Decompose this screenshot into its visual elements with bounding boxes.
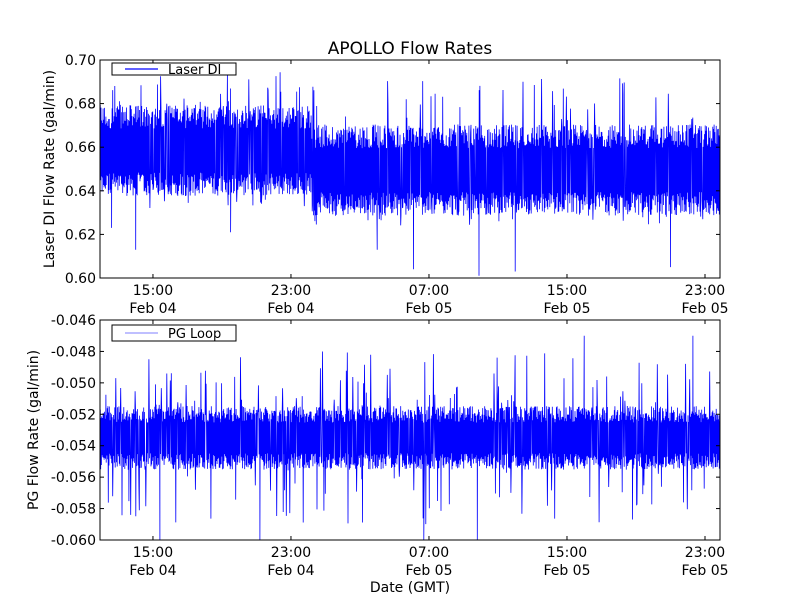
y-tick-label: 0.66 (65, 140, 96, 156)
x-tick-label-time: 23:00 (271, 545, 311, 561)
legend-label: PG Loop (168, 327, 221, 342)
y-tick-label: 0.64 (65, 184, 96, 200)
x-tick-label-time: 15:00 (133, 545, 173, 561)
x-tick-label-date: Feb 05 (405, 563, 452, 579)
x-tick-label-date: Feb 05 (681, 563, 728, 579)
y-axis-label: PG Flow Rate (gal/min) (26, 350, 42, 510)
y-tick-label: -0.056 (51, 470, 96, 486)
x-tick-label-date: Feb 05 (543, 301, 590, 317)
y-tick-label: 0.70 (65, 53, 96, 69)
x-tick-label-date: Feb 04 (267, 301, 314, 317)
y-tick-label: -0.052 (51, 407, 96, 423)
y-tick-label: -0.060 (51, 533, 96, 549)
x-tick-label-time: 15:00 (547, 283, 587, 299)
y-axis-label: Laser DI Flow Rate (gal/min) (42, 70, 58, 268)
x-tick-label-date: Feb 05 (543, 563, 590, 579)
x-tick-label-date: Feb 05 (405, 301, 452, 317)
x-tick-label-date: Feb 04 (267, 563, 314, 579)
x-tick-label-date: Feb 05 (681, 301, 728, 317)
legend: PG Loop (111, 324, 237, 342)
x-tick-label-time: 07:00 (409, 283, 449, 299)
y-tick-label: 0.68 (65, 97, 96, 113)
y-tick-label: -0.054 (51, 439, 96, 455)
y-tick-label: -0.048 (51, 344, 96, 360)
y-tick-label: -0.046 (51, 313, 96, 329)
figure: APOLLO Flow Rates 0.60 0.62 0.64 0.66 0.68 0.… (0, 0, 800, 600)
x-tick-label-time: 07:00 (409, 545, 449, 561)
y-tick-label: 0.62 (65, 227, 96, 243)
x-tick-label-time: 15:00 (133, 283, 173, 299)
y-tick-label: 0.60 (65, 271, 96, 287)
x-tick-label-date: Feb 04 (129, 301, 176, 317)
x-tick-label-date: Feb 04 (129, 563, 176, 579)
x-axis-label: Date (GMT) (370, 580, 450, 596)
legend-label: Laser DI (168, 63, 221, 78)
y-tick-label: -0.058 (51, 502, 96, 518)
y-tick-label: -0.050 (51, 376, 96, 392)
x-tick-label-time: 15:00 (547, 545, 587, 561)
x-tick-label-time: 23:00 (685, 283, 725, 299)
x-tick-label-time: 23:00 (685, 545, 725, 561)
chart-title: APOLLO Flow Rates (328, 39, 493, 59)
x-tick-label-time: 23:00 (271, 283, 311, 299)
